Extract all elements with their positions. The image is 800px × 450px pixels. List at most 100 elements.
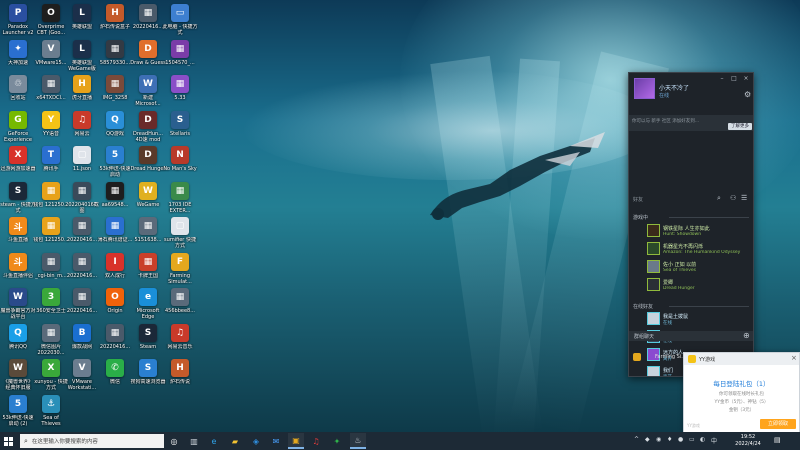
desktop-icon[interactable]: L 英雄联盟 <box>64 4 100 42</box>
tray-app-icon[interactable]: ● <box>678 436 683 443</box>
desktop-icon[interactable]: ▦ 20220416... <box>97 323 133 362</box>
desktop-icon[interactable]: P Paradox Launcher v2 <box>0 4 36 42</box>
desktop-icon[interactable]: ▦ 20220416... <box>64 252 100 291</box>
friends-search-input[interactable]: 好友 <box>633 196 643 203</box>
desktop-icon[interactable]: ▦ 薄石腾讯谱证... <box>97 217 133 255</box>
desktop-icon[interactable]: ▢ sumifier 快捷方式 <box>162 217 198 255</box>
desktop-icon[interactable]: B 爆款战网 <box>64 323 100 362</box>
desktop-icon[interactable]: ▦ 5151638... <box>130 217 166 255</box>
desktop-icon[interactable]: Q 腾讯QQ <box>0 323 36 362</box>
file-explorer-icon[interactable]: ▰ <box>227 433 243 449</box>
taskbar-search-box[interactable]: ⌕ 在这里输入你要搜索的内容 <box>20 434 164 448</box>
desktop-icon[interactable]: ▦ aa69548... <box>97 181 133 220</box>
volume-icon[interactable]: ◐ <box>700 436 705 443</box>
desktop-icon[interactable]: ✦ 大神加速 <box>0 39 36 78</box>
desktop-icon[interactable]: ▦ 202204016截图 <box>64 181 100 220</box>
desktop-icon[interactable]: 斗斗鱼直播 <box>0 217 36 255</box>
desktop-icon[interactable]: 斗斗鱼直播伴侣 <box>0 252 36 291</box>
add-friend-icon[interactable]: ⚇ <box>730 194 736 202</box>
desktop-icon[interactable]: ▦ 卡牌王国 <box>130 252 166 291</box>
mail-icon[interactable]: ✉ <box>268 433 284 449</box>
taskbar-clock[interactable]: 19:52 2022/4/24 <box>730 434 766 448</box>
desktop-icon[interactable]: S Steam <box>130 323 166 362</box>
desktop-icon[interactable]: S Stellaris <box>162 110 198 149</box>
friend-row[interactable]: 我是土拨鼠 在线 <box>631 311 751 328</box>
desktop-icon[interactable]: ♫ 网易云音乐 <box>162 323 198 362</box>
desktop-icon[interactable]: ▦ 20220416... <box>64 217 100 255</box>
desktop-icon[interactable]: V VMware Workstati... <box>64 359 100 397</box>
desktop-icon[interactable]: e Microsoft Edge <box>130 288 166 326</box>
desktop-icon[interactable]: G GeForce Experience <box>0 110 36 149</box>
avatar[interactable] <box>634 78 655 99</box>
desktop-icon[interactable]: ▦ 58579330... <box>97 39 133 78</box>
desktop-icon[interactable]: H 炉石传说 <box>162 359 198 397</box>
friends-menu-icon[interactable]: ☰ <box>741 194 747 202</box>
desktop-icon[interactable]: L 英雄联盟 WeGame版 <box>64 39 100 78</box>
tray-expand-icon[interactable]: ^ <box>634 436 639 443</box>
tray-app-icon[interactable]: ♦ <box>667 436 672 443</box>
desktop-icon[interactable]: ⚓ Sea of Thieves <box>33 394 69 433</box>
netease-music-icon[interactable]: ♫ <box>308 433 324 449</box>
desktop-icon[interactable]: ▦ 456bbee8... <box>162 288 198 326</box>
farming-simulator-icon[interactable]: ▣ <box>288 433 304 449</box>
search-icon[interactable]: ⌕ <box>717 194 721 203</box>
desktop-icon[interactable]: F Farming Simulat... <box>162 252 198 291</box>
desktop-icon[interactable]: ▭ 此电脑 - 快捷方式 <box>162 4 198 42</box>
desktop-icon[interactable]: ▦ 1703 IDE EXTER... <box>162 181 198 220</box>
tray-app-icon[interactable]: ◆ <box>645 436 650 443</box>
desktop-icon[interactable]: N No Man's Sky <box>162 146 198 184</box>
friend-row[interactable]: 佐小 正如 以前 Sea of Thieves <box>631 259 751 276</box>
group-chat-header[interactable]: 群组聊天 ⊕ <box>629 331 753 341</box>
notice-learn-more-button[interactable]: 了解更多 <box>728 123 752 130</box>
desktop-icon[interactable]: O Origin <box>97 288 133 326</box>
desktop-icon[interactable]: D Dread Hunger <box>130 146 166 184</box>
taskbar-search-input[interactable]: 在这里输入你要搜索的内容 <box>32 437 98 445</box>
desktop-icon[interactable]: W 新建 Microsof... <box>130 75 166 113</box>
desktop-icon[interactable]: W 《魔兽世界》 经典怀旧服 <box>0 359 36 397</box>
desktop-icon[interactable]: I 双人成行 <box>97 252 133 291</box>
desktop-icon[interactable]: D Draw & Guess <box>130 39 166 78</box>
edge-browser-icon[interactable]: e <box>206 433 222 449</box>
in-game-section-header[interactable]: 游戏中 <box>633 214 648 221</box>
desktop-icon[interactable]: ✆ 微信 <box>97 359 133 397</box>
task-view-icon[interactable]: ◎ <box>166 433 182 449</box>
steam-icon[interactable]: ♨ <box>350 433 366 449</box>
notification-center-icon[interactable]: ▤ <box>774 436 781 444</box>
xunyou-icon[interactable]: ✦ <box>329 433 345 449</box>
tray-app-icon[interactable]: ◉ <box>656 436 661 443</box>
friends-username[interactable]: 小天不冷了 <box>659 83 689 92</box>
desktop-icon[interactable]: ▦ 20220416... <box>130 4 166 42</box>
friend-row[interactable]: 机器星光不再闪烁 Amazon: The Humankind Odyssey <box>631 241 751 258</box>
steam-friends-window[interactable]: – □ × 小天不冷了 在线 ⚙ 你可以与 新手 社区 添加好友到... 了解更… <box>628 72 754 377</box>
gear-icon[interactable]: ⚙ <box>744 90 751 99</box>
network-icon[interactable]: ▭ <box>689 436 695 443</box>
desktop-icon[interactable]: Q QQ游戏 <box>97 110 133 149</box>
desktop-icon[interactable]: H 炉石传说盒子 <box>97 4 133 42</box>
desktop-icon[interactable]: ▦ 1504570_... <box>162 39 198 78</box>
desktop-icon[interactable]: W 魔兽争霸官方对战平台 <box>0 288 36 326</box>
desktop-icon[interactable]: ▢ 11.json <box>64 146 100 184</box>
desktop-icon[interactable]: X 迅游网游加速器 <box>0 146 36 184</box>
friend-row[interactable]: 钢铁星际 人生亦如此 Hunt: Showdown <box>631 223 751 240</box>
add-group-icon[interactable]: ⊕ <box>743 331 750 340</box>
desktop-icon[interactable]: ♲ 回收站 <box>0 75 36 113</box>
desktop-icon[interactable]: ♫ 网易云 <box>64 110 100 149</box>
input-method-icon[interactable]: 中 <box>711 436 717 445</box>
yy-game-popup[interactable]: YY游戏 × 每日登陆礼包（1） 你可领取在线时长礼包 YY金币（5元）、神钻（… <box>683 352 800 434</box>
friend-row[interactable]: 爱卿 Dread Hunger <box>631 277 751 294</box>
desktop-icon[interactable]: 5 53k伸送-快速启动 (2) <box>0 394 36 433</box>
online-section-header[interactable]: 在线好友 <box>633 303 653 310</box>
widgets-icon[interactable]: ▥ <box>186 433 202 449</box>
claim-reward-button[interactable]: 立即领取 <box>760 419 796 429</box>
desktop-icon[interactable]: H 虎牙直播 <box>64 75 100 113</box>
desktop-icon[interactable]: ▦ IMG_3258 <box>97 75 133 113</box>
desktop-icon[interactable]: D DreadHun... 4D速 mod <box>130 110 166 149</box>
desktop-icon[interactable]: S 搜狗高速浏览器 <box>130 359 166 397</box>
desktop-icon[interactable]: ▦ 20220416... <box>64 288 100 326</box>
close-icon[interactable]: × <box>791 354 797 362</box>
desktop-icon[interactable]: 5 53k伸送-快速启动 <box>97 146 133 184</box>
start-button[interactable] <box>0 432 16 450</box>
desktop-icon[interactable]: Ssteam - 快捷方式 <box>0 181 36 220</box>
desktop-icon[interactable]: W WeGame <box>130 181 166 220</box>
store-icon[interactable]: ◈ <box>248 433 264 449</box>
